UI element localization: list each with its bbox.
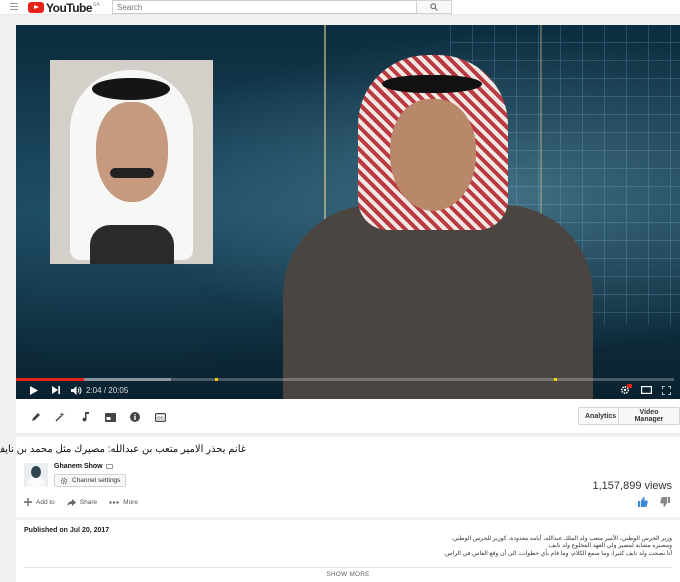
volume-icon	[70, 385, 81, 395]
play-icon	[30, 385, 38, 395]
info-cards-button[interactable]	[128, 410, 142, 424]
description-line: ومصيره مشابه لمصير ولي العهد المخلوع ولد…	[547, 543, 672, 550]
video-title: غانم يحذر الامير متعب بن عبدالله: مصيرك …	[0, 444, 246, 455]
description-panel: Published on Jul 20, 2017 وزير الحرس الو…	[16, 520, 680, 582]
show-more-button[interactable]: SHOW MORE	[16, 571, 680, 578]
duration: 20:05	[108, 385, 129, 395]
presenter-figure	[278, 55, 598, 399]
search-icon	[430, 3, 438, 11]
player-controls: 2:04 / 20:05	[16, 381, 680, 399]
masthead: YouTube SA	[0, 0, 680, 15]
share-button[interactable]: Share	[66, 498, 98, 506]
next-button[interactable]	[50, 382, 62, 398]
channel-avatar[interactable]	[24, 463, 48, 487]
volume-button[interactable]	[70, 382, 82, 398]
thumbs-up-icon	[638, 497, 648, 507]
theater-mode-button[interactable]	[638, 382, 654, 398]
share-label: Share	[79, 498, 98, 506]
add-to-label: Add to	[36, 498, 55, 506]
info-icon	[130, 412, 140, 422]
channel-name[interactable]: Ghanem Show	[54, 463, 103, 470]
magic-wand-icon	[55, 412, 65, 422]
logo-text: YouTube	[46, 0, 93, 15]
time-separator: /	[103, 385, 107, 395]
creator-toolbar: CC Analytics Video Manager	[16, 399, 680, 434]
dislike-button[interactable]	[660, 497, 670, 507]
audio-button[interactable]	[78, 410, 92, 424]
youtube-logo[interactable]: YouTube SA	[28, 0, 100, 15]
current-time: 2:04	[86, 385, 102, 395]
description-divider	[24, 567, 672, 568]
share-icon	[66, 498, 76, 506]
channel-settings-button[interactable]: Channel settings	[54, 474, 127, 487]
svg-text:CC: CC	[157, 415, 164, 420]
like-button[interactable]	[638, 497, 648, 507]
closed-captions-icon: CC	[154, 412, 166, 422]
more-dots-icon	[109, 500, 119, 504]
play-button[interactable]	[28, 382, 40, 398]
description-text: وزير الحرس الوطني، الأمير متعب ولد الملك…	[242, 536, 672, 558]
thumbs-down-icon	[660, 497, 670, 507]
action-bar: Add to Share More	[24, 498, 150, 506]
view-count: 1,157,899 views	[592, 480, 673, 492]
video-manager-button[interactable]: Video Manager	[618, 407, 680, 425]
description-line: أنا نصحت ولد نايف كثيرا، وما سمع الكلام،…	[443, 550, 672, 557]
music-note-icon	[82, 412, 89, 422]
publish-date: Published on Jul 20, 2017	[24, 527, 110, 534]
subtitles-button[interactable]: CC	[153, 410, 167, 424]
play-logo-icon	[28, 2, 44, 13]
channel-name-row: Ghanem Show	[54, 463, 113, 470]
plus-icon	[24, 498, 32, 506]
video-player[interactable]	[16, 25, 680, 399]
skip-next-icon	[52, 386, 60, 394]
search-button[interactable]	[416, 0, 452, 14]
end-screen-button[interactable]	[103, 410, 117, 424]
video-info-panel: غانم يحذر الامير متعب بن عبدالله: مصيرك …	[0, 437, 680, 517]
hd-badge	[627, 384, 632, 388]
analytics-button[interactable]: Analytics	[578, 407, 624, 425]
rating-bar	[626, 497, 670, 507]
more-label: More	[123, 498, 138, 506]
search-input[interactable]	[112, 0, 417, 14]
time-display: 2:04 / 20:05	[86, 386, 128, 395]
channel-settings-label: Channel settings	[72, 477, 121, 484]
fullscreen-button[interactable]	[658, 382, 674, 398]
more-button[interactable]: More	[109, 499, 138, 506]
theater-mode-icon	[640, 386, 652, 394]
region-code: SA	[93, 2, 100, 8]
add-to-button[interactable]: Add to	[24, 498, 55, 506]
end-screen-icon	[104, 412, 116, 422]
menu-icon[interactable]	[10, 3, 18, 11]
edit-video-button[interactable]	[29, 410, 43, 424]
pencil-icon	[32, 413, 40, 421]
channel-badge-icon	[105, 464, 113, 469]
enhancements-button[interactable]	[53, 410, 67, 424]
gear-icon	[60, 477, 68, 484]
inset-portrait	[50, 60, 213, 264]
fullscreen-icon	[661, 385, 671, 395]
